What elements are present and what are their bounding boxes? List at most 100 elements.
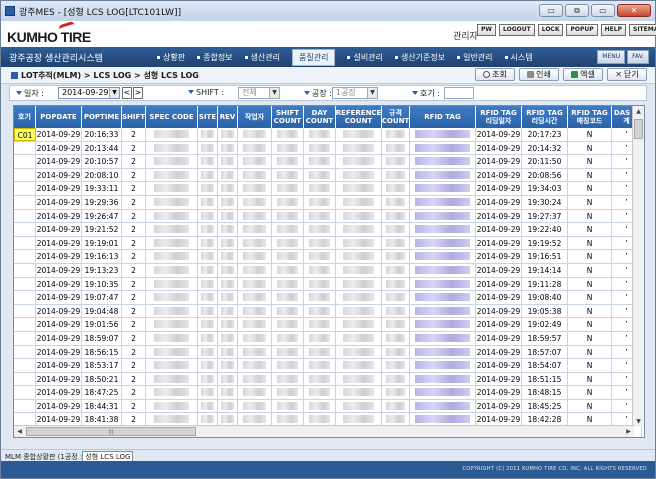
redacted-cell[interactable] [272,277,304,291]
cell-match[interactable]: N [568,155,612,169]
nav-item-general[interactable]: 일반관리 [457,52,493,63]
redacted-cell[interactable] [198,195,218,209]
cell-popdate[interactable]: 2014-09-29 [36,250,82,264]
redacted-cell[interactable] [382,250,410,264]
scroll-right-icon[interactable]: ▶ [623,426,634,437]
cell-rtime[interactable]: 19:27:37 [522,209,568,223]
redacted-cell[interactable] [218,386,238,400]
table-row[interactable]: 2014-09-29 19:04:48 2 2014-09-29 19:05:38 N’ [14,304,642,319]
cell-rdate[interactable]: 2014-09-29 [476,372,522,386]
cell-shift[interactable]: 2 [122,209,146,223]
cell-rtime[interactable]: 18:54:07 [522,359,568,373]
redacted-cell[interactable] [336,304,382,318]
redacted-cell[interactable] [218,399,238,413]
close-button[interactable]: ✕ 닫기 [607,68,647,81]
redacted-cell[interactable] [272,331,304,345]
redacted-cell[interactable] [238,263,272,277]
cell-machine[interactable] [14,359,36,373]
scroll-left-icon[interactable]: ◀ [14,426,25,437]
cell-popdate[interactable]: 2014-09-29 [36,155,82,169]
redacted-cell[interactable] [146,318,198,332]
cell-poptime[interactable]: 19:01:56 [82,318,122,332]
table-row[interactable]: 2014-09-29 19:29:36 2 2014-09-29 19:30:24 N’ [14,195,642,210]
redacted-cell[interactable] [336,263,382,277]
redacted-cell[interactable] [218,155,238,169]
cell-match[interactable]: N [568,168,612,182]
cell-shift[interactable]: 2 [122,168,146,182]
pw-button[interactable]: PW [477,24,497,36]
redacted-cell[interactable] [198,236,218,250]
redacted-cell[interactable] [198,345,218,359]
cell-poptime[interactable]: 20:10:57 [82,155,122,169]
redacted-cell[interactable] [146,236,198,250]
redacted-cell[interactable] [382,345,410,359]
redacted-cell[interactable] [410,141,476,155]
table-row[interactable]: 2014-09-29 19:33:11 2 2014-09-29 19:34:03 N’ [14,182,642,196]
redacted-cell[interactable] [382,372,410,386]
redacted-cell[interactable] [198,250,218,264]
redacted-cell[interactable] [238,155,272,169]
cell-popdate[interactable]: 2014-09-29 [36,263,82,277]
cell-popdate[interactable]: 2014-09-29 [36,277,82,291]
redacted-cell[interactable] [198,168,218,182]
column-header[interactable]: POPDATE [36,106,82,128]
column-header[interactable]: 호기 [14,106,36,128]
redacted-cell[interactable] [336,250,382,264]
cell-machine[interactable] [14,304,36,318]
redacted-cell[interactable] [146,250,198,264]
redacted-cell[interactable] [272,291,304,305]
cell-poptime[interactable]: 18:59:07 [82,331,122,345]
cell-rdate[interactable]: 2014-09-29 [476,155,522,169]
cell-rtime[interactable]: 20:17:23 [522,128,568,141]
redacted-cell[interactable] [198,141,218,155]
redacted-cell[interactable] [218,236,238,250]
redacted-cell[interactable] [218,223,238,237]
cell-machine[interactable]: C01 [14,128,36,141]
redacted-cell[interactable] [410,399,476,413]
cell-popdate[interactable]: 2014-09-29 [36,318,82,332]
redacted-cell[interactable] [238,250,272,264]
cell-match[interactable]: N [568,128,612,141]
redacted-cell[interactable] [410,304,476,318]
cell-rdate[interactable]: 2014-09-29 [476,168,522,182]
redacted-cell[interactable] [146,291,198,305]
cell-poptime[interactable]: 19:13:23 [82,263,122,277]
table-row[interactable]: 2014-09-29 18:47:25 2 2014-09-29 18:48:15 N’ [14,386,642,400]
column-header[interactable]: RFID TAG 리딩시간 [522,106,568,128]
cell-shift[interactable]: 2 [122,291,146,305]
cell-poptime[interactable]: 19:07:47 [82,291,122,305]
redacted-cell[interactable] [146,223,198,237]
sitemap-button[interactable]: SITEMAP [629,24,656,36]
cell-rdate[interactable]: 2014-09-29 [476,250,522,264]
redacted-cell[interactable] [198,331,218,345]
cell-popdate[interactable]: 2014-09-29 [36,359,82,373]
cell-machine[interactable] [14,195,36,209]
cell-shift[interactable]: 2 [122,372,146,386]
redacted-cell[interactable] [336,277,382,291]
cell-machine[interactable] [14,291,36,305]
redacted-cell[interactable] [382,291,410,305]
cell-rdate[interactable]: 2014-09-29 [476,141,522,155]
redacted-cell[interactable] [198,209,218,223]
cell-popdate[interactable]: 2014-09-29 [36,209,82,223]
redacted-cell[interactable] [336,168,382,182]
cell-shift[interactable]: 2 [122,223,146,237]
redacted-cell[interactable] [382,386,410,400]
redacted-cell[interactable] [304,128,336,141]
cell-popdate[interactable]: 2014-09-29 [36,291,82,305]
cell-popdate[interactable]: 2014-09-29 [36,345,82,359]
redacted-cell[interactable] [218,372,238,386]
cell-machine[interactable] [14,223,36,237]
scroll-up-icon[interactable]: ▲ [633,106,644,117]
redacted-cell[interactable] [272,141,304,155]
cell-machine[interactable] [14,399,36,413]
redacted-cell[interactable] [146,128,198,141]
redacted-cell[interactable] [218,331,238,345]
redacted-cell[interactable] [336,141,382,155]
redacted-cell[interactable] [238,399,272,413]
cell-rdate[interactable]: 2014-09-29 [476,223,522,237]
redacted-cell[interactable] [304,304,336,318]
cell-popdate[interactable]: 2014-09-29 [36,168,82,182]
redacted-cell[interactable] [382,128,410,141]
cell-rtime[interactable]: 19:11:28 [522,277,568,291]
